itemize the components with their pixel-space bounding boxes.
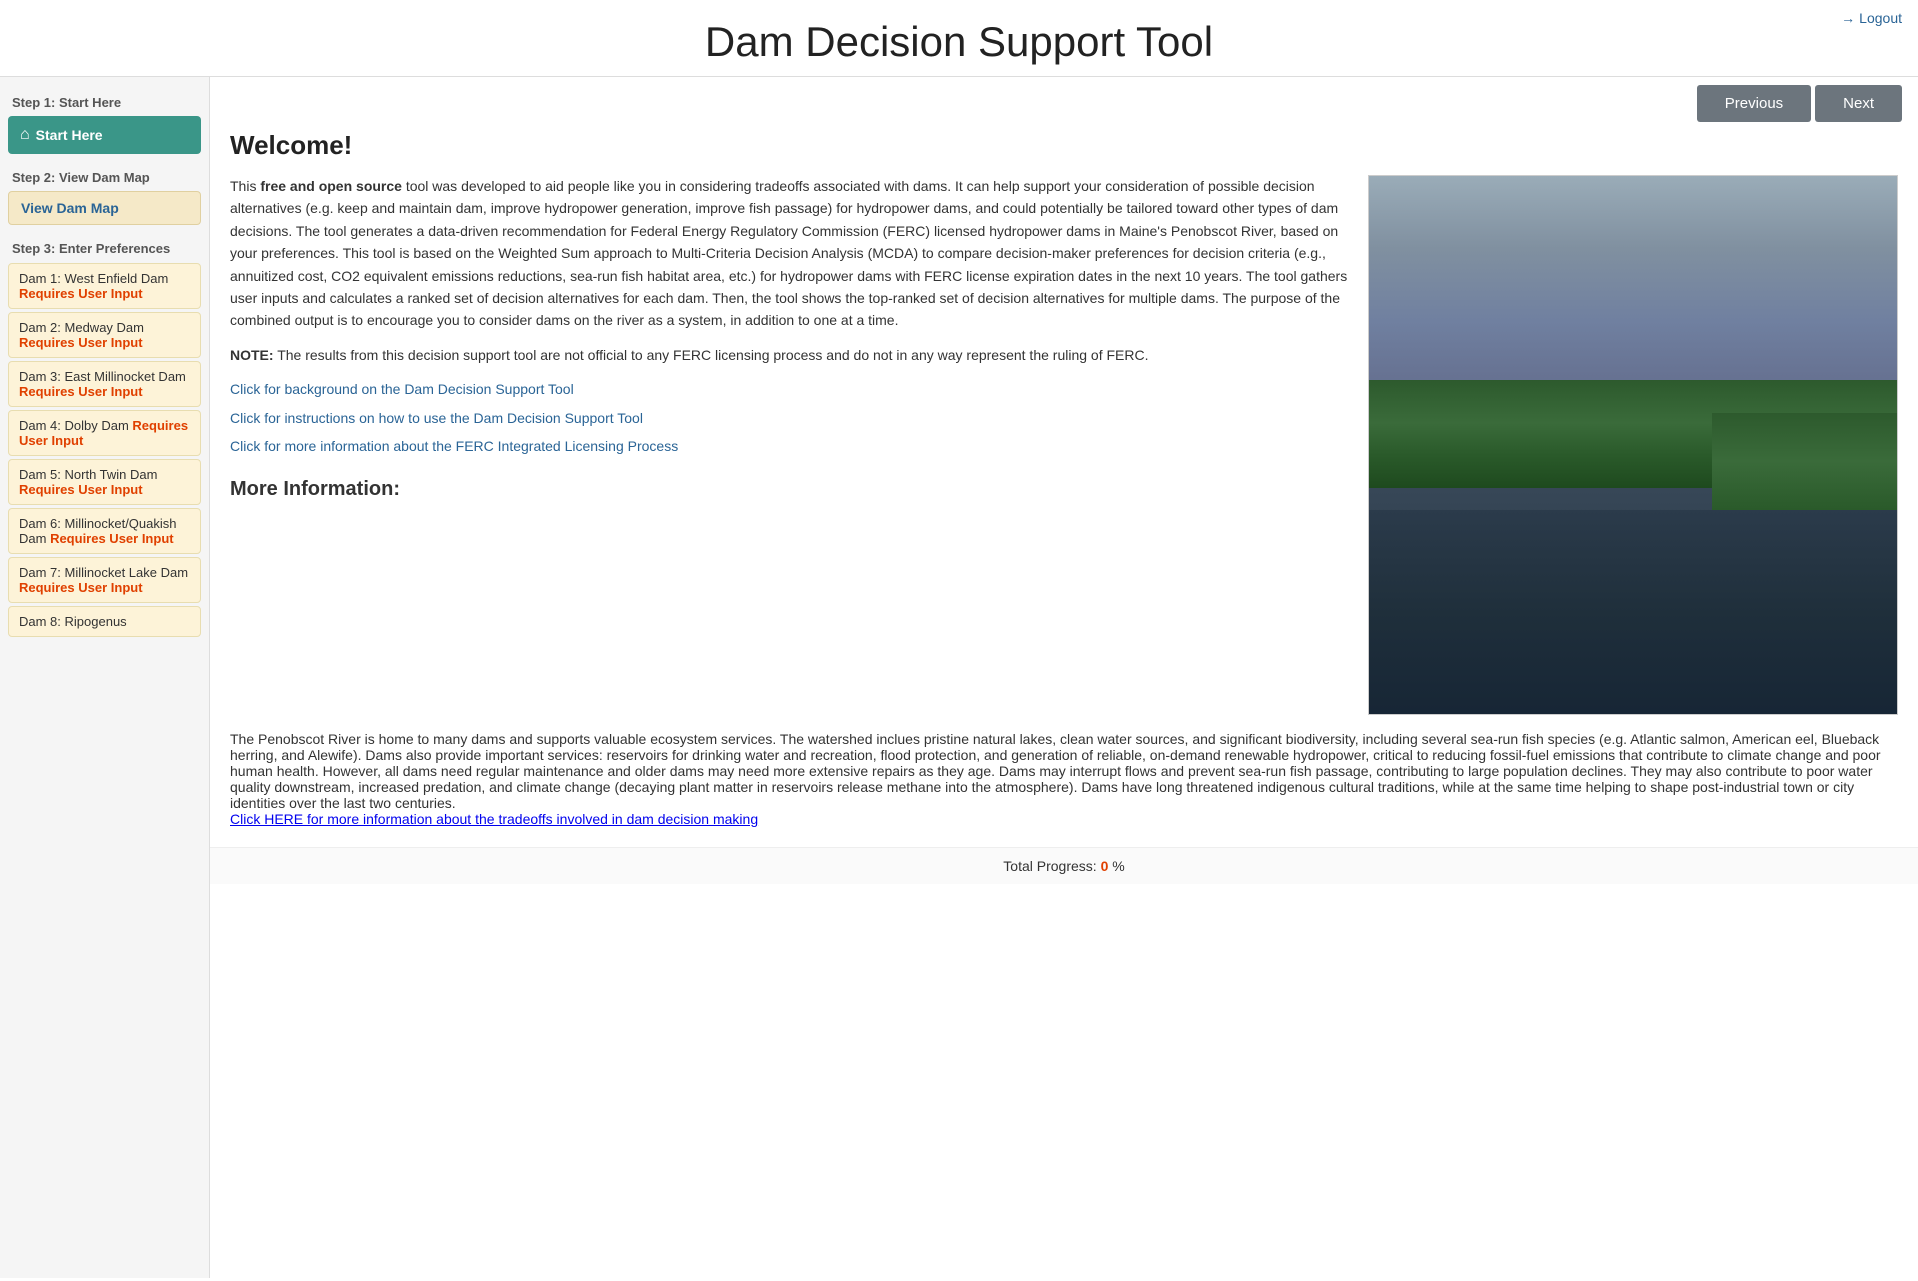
sidebar-item-dam-7[interactable]: Dam 7: Millinocket Lake Dam Requires Use… — [8, 557, 201, 603]
page-header: Dam Decision Support Tool → Logout — [0, 0, 1918, 77]
logout-label: Logout — [1859, 10, 1902, 26]
previous-button[interactable]: Previous — [1697, 85, 1811, 122]
page-content: Welcome! This free and open source tool … — [210, 130, 1918, 847]
link-instructions[interactable]: Click for instructions on how to use the… — [230, 407, 1348, 429]
dam-name: Dam 1: West Enfield Dam — [19, 271, 168, 286]
intro-bold: free and open source — [260, 178, 402, 194]
footer-progress: Total Progress: 0 % — [210, 847, 1918, 884]
intro-rest: tool was developed to aid people like yo… — [230, 178, 1347, 328]
sidebar-dams-list: Dam 1: West Enfield Dam Requires User In… — [0, 263, 209, 637]
dam-status: Requires User Input — [19, 335, 143, 350]
dam-river-image — [1368, 175, 1898, 715]
progress-label: Total Progress: — [1003, 858, 1096, 874]
note-text: The results from this decision support t… — [277, 347, 1148, 363]
progress-value: 0 — [1101, 858, 1109, 874]
sidebar-item-view-dam-map[interactable]: View Dam Map — [8, 191, 201, 225]
dam-status: Requires User Input — [19, 384, 143, 399]
start-here-label: Start Here — [36, 127, 103, 143]
link-background[interactable]: Click for background on the Dam Decision… — [230, 378, 1348, 400]
dam-name: Dam 3: East Millinocket Dam — [19, 369, 186, 384]
sidebar-item-dam-3[interactable]: Dam 3: East Millinocket Dam Requires Use… — [8, 361, 201, 407]
sidebar-item-start-here[interactable]: ⌂ Start Here — [8, 116, 201, 154]
more-info-heading: More Information: — [230, 473, 1348, 505]
view-dam-map-label: View Dam Map — [21, 200, 119, 216]
link-ferc[interactable]: Click for more information about the FER… — [230, 435, 1348, 457]
sidebar-item-dam-2[interactable]: Dam 2: Medway Dam Requires User Input — [8, 312, 201, 358]
progress-unit: % — [1112, 858, 1124, 874]
sidebar-item-dam-6[interactable]: Dam 6: Millinocket/Quakish Dam Requires … — [8, 508, 201, 554]
intro-text: This free and open source tool was devel… — [230, 175, 1348, 715]
logout-button[interactable]: → Logout — [1841, 10, 1902, 26]
dam-status: Requires User Input — [19, 482, 143, 497]
dam-name: Dam 7: Millinocket Lake Dam — [19, 565, 188, 580]
sidebar-step2-label: Step 2: View Dam Map — [0, 162, 209, 189]
dam-name: Dam 2: Medway Dam — [19, 320, 144, 335]
dam-status: Requires User Input — [19, 580, 143, 595]
nav-buttons-row: Previous Next — [210, 77, 1918, 130]
page-title: Dam Decision Support Tool — [0, 18, 1918, 66]
welcome-heading: Welcome! — [230, 130, 1898, 161]
sidebar-step1-label: Step 1: Start Here — [0, 87, 209, 114]
more-info-section: More Information: — [230, 473, 1348, 505]
dam-name: Dam 4: Dolby Dam — [19, 418, 132, 433]
sidebar-item-dam-4[interactable]: Dam 4: Dolby Dam Requires User Input — [8, 410, 201, 456]
dam-name: Dam 8: Ripogenus — [19, 614, 127, 629]
dam-status: Requires User Input — [19, 286, 143, 301]
logout-icon: → — [1841, 10, 1855, 26]
sidebar-item-dam-8[interactable]: Dam 8: Ripogenus — [8, 606, 201, 637]
main-layout: Step 1: Start Here ⌂ Start Here Step 2: … — [0, 77, 1918, 1278]
intro-paragraph: This free and open source tool was devel… — [230, 175, 1348, 332]
dam-name: Dam 5: North Twin Dam — [19, 467, 157, 482]
main-content-area: Previous Next Welcome! This free and ope… — [210, 77, 1918, 1278]
note-paragraph: NOTE: The results from this decision sup… — [230, 344, 1348, 366]
sidebar-item-dam-1[interactable]: Dam 1: West Enfield Dam Requires User In… — [8, 263, 201, 309]
forest-layer2 — [1712, 413, 1897, 510]
sidebar-item-dam-5[interactable]: Dam 5: North Twin Dam Requires User Inpu… — [8, 459, 201, 505]
more-info-below: The Penobscot River is home to many dams… — [230, 731, 1898, 827]
sidebar-step3-label: Step 3: Enter Preferences — [0, 233, 209, 260]
intro-section: This free and open source tool was devel… — [230, 175, 1898, 715]
note-label: NOTE: — [230, 347, 274, 363]
links-section: Click for background on the Dam Decision… — [230, 378, 1348, 457]
next-button[interactable]: Next — [1815, 85, 1902, 122]
water-reflection — [1369, 510, 1897, 714]
more-info-link[interactable]: Click HERE for more information about th… — [230, 811, 758, 827]
more-info-paragraph: The Penobscot River is home to many dams… — [230, 731, 1898, 811]
sidebar: Step 1: Start Here ⌂ Start Here Step 2: … — [0, 77, 210, 1278]
home-icon: ⌂ — [20, 126, 30, 144]
dam-status: Requires User Input — [50, 531, 174, 546]
